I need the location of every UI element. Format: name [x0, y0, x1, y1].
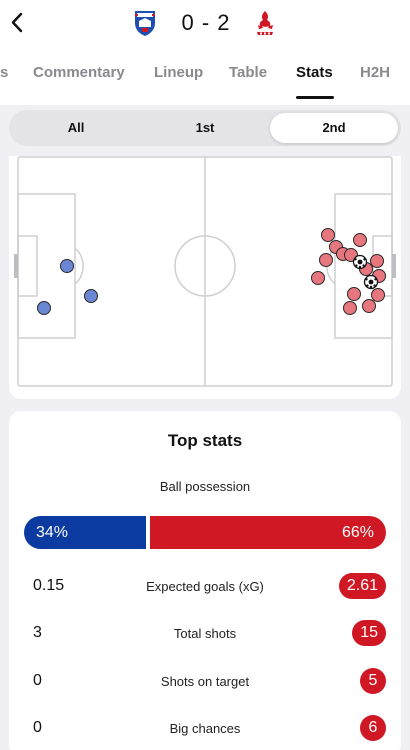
goal-ball-icon[interactable] — [363, 274, 379, 290]
stat-row-total-shots: 3 Total shots 15 — [9, 619, 401, 647]
top-stats-card: Top stats Ball possession 34% 66% 0.15 E… — [9, 411, 401, 750]
possession-label: Ball possession — [159, 479, 251, 494]
away-shot-marker[interactable] — [347, 287, 361, 301]
stat-row-shots-on-target: 0 Shots on target 5 — [9, 667, 401, 695]
stat-row-big-chances: 0 Big chances 6 — [9, 714, 401, 742]
home-shot-marker[interactable] — [60, 259, 74, 273]
tab-lineup[interactable]: Lineup — [154, 64, 203, 81]
away-shot-marker[interactable] — [371, 288, 385, 302]
period-selector: All 1st 2nd — [9, 110, 401, 146]
shot-map-pitch[interactable] — [9, 156, 401, 399]
away-shot-marker[interactable] — [311, 271, 325, 285]
away-goal — [392, 254, 396, 278]
match-tabs: s Commentary Lineup Table Stats H2H — [0, 58, 410, 100]
away-shot-marker[interactable] — [370, 254, 384, 268]
possession-home-bar: 34% — [24, 516, 146, 549]
shots-on-target-away-badge: 5 — [360, 668, 386, 694]
scoreline: 0 - 2 — [133, 9, 279, 39]
away-shot-marker[interactable] — [321, 228, 335, 242]
stat-row-xg: 0.15 Expected goals (xG) 2.61 — [9, 572, 401, 600]
ipswich-town-crest[interactable] — [133, 9, 157, 37]
home-goal — [14, 254, 18, 278]
shots-on-target-label: Shots on target — [160, 674, 250, 689]
period-first-half[interactable]: 1st — [141, 113, 269, 143]
tab-h2h[interactable]: H2H — [360, 64, 390, 81]
away-shot-marker[interactable] — [319, 253, 333, 267]
goal-ball-icon[interactable] — [352, 254, 368, 270]
away-shot-marker[interactable] — [353, 233, 367, 247]
big-chances-away-badge: 6 — [360, 715, 386, 741]
tab-commentary[interactable]: Commentary — [33, 64, 125, 81]
back-button[interactable] — [6, 9, 32, 37]
possession-away-bar: 66% — [150, 516, 386, 549]
away-shot-marker[interactable] — [362, 299, 376, 313]
period-second-half[interactable]: 2nd — [270, 113, 398, 143]
big-chances-label: Big chances — [169, 721, 241, 736]
top-stats-title: Top stats — [167, 431, 243, 450]
tab-stats[interactable]: Stats — [296, 64, 333, 81]
xg-away-badge: 2.61 — [338, 573, 386, 599]
tab-overview[interactable]: s — [0, 64, 8, 81]
period-all[interactable]: All — [12, 113, 140, 143]
shot-map-card — [9, 156, 401, 399]
active-tab-indicator — [296, 96, 334, 99]
match-score: 0 - 2 — [181, 10, 231, 35]
liverpool-crest[interactable] — [253, 9, 277, 37]
total-shots-label: Total shots — [173, 626, 237, 641]
home-shot-marker[interactable] — [84, 289, 98, 303]
home-penalty-arc — [74, 247, 84, 285]
home-shot-marker[interactable] — [37, 301, 51, 315]
home-goal-area — [17, 235, 38, 297]
total-shots-away-badge: 15 — [352, 620, 386, 646]
match-header: 0 - 2 s Commentary Lineup Table Stats H2… — [0, 0, 410, 105]
chevron-left-icon — [11, 12, 23, 33]
tab-table[interactable]: Table — [229, 64, 267, 81]
away-shot-marker[interactable] — [343, 301, 357, 315]
